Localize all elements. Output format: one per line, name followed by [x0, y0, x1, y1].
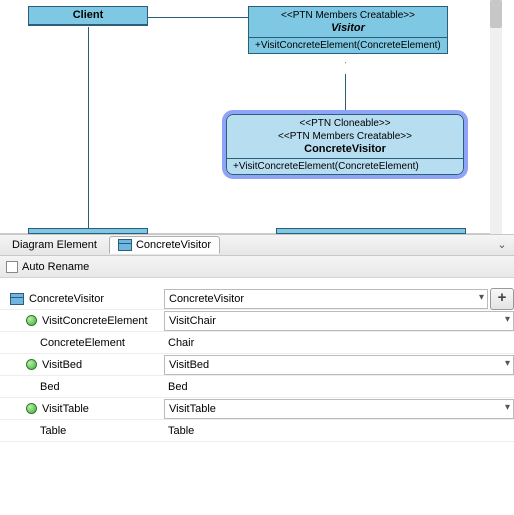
visit-table-select[interactable]: VisitTable	[164, 399, 514, 419]
class-icon	[10, 293, 24, 305]
row-visit-concrete-element: VisitConcreteElement VisitChair ▾	[0, 310, 514, 332]
table-value[interactable]: Table	[164, 421, 514, 441]
row-visit-table: VisitTable VisitTable ▾	[0, 398, 514, 420]
operation-icon	[26, 403, 37, 414]
tab-diagram-element[interactable]: Diagram Element	[4, 237, 105, 253]
row-concrete-element: ConcreteElement Chair	[0, 332, 514, 354]
row4-label: Bed	[40, 381, 60, 393]
visit-concrete-element-select[interactable]: VisitChair	[164, 311, 514, 331]
tab-overflow-button[interactable]: ⌄	[494, 238, 510, 254]
operation-icon	[26, 359, 37, 370]
cv-name: ConcreteVisitor	[233, 143, 457, 156]
concrete-visitor-select[interactable]: ConcreteVisitor	[164, 289, 488, 309]
row-visit-bed: VisitBed VisitBed ▾	[0, 354, 514, 376]
options-row: Auto Rename	[0, 256, 514, 278]
row6-label: Table	[40, 425, 66, 437]
concrete-element-value[interactable]: Chair	[164, 333, 514, 353]
row3-label: VisitBed	[42, 359, 82, 371]
row1-label: VisitConcreteElement	[42, 315, 148, 327]
visitor-stereo: <<PTN Members Creatable>>	[255, 9, 441, 22]
operation-icon	[26, 315, 37, 326]
row-bed: Bed Bed	[0, 376, 514, 398]
form-area: ConcreteVisitor ConcreteVisitor ▾ + Visi…	[0, 278, 514, 442]
uml-class-concrete-visitor[interactable]: <<PTN Cloneable>> <<PTN Members Creatabl…	[226, 114, 464, 175]
diagram-canvas[interactable]: Client <<PTN Members Creatable>> Visitor…	[0, 0, 502, 234]
row-table: Table Table	[0, 420, 514, 442]
uml-class-visitor[interactable]: <<PTN Members Creatable>> Visitor +Visit…	[248, 6, 448, 54]
visitor-name: Visitor	[255, 22, 441, 35]
row0-label: ConcreteVisitor	[29, 293, 104, 305]
visit-bed-select[interactable]: VisitBed	[164, 355, 514, 375]
tab-concrete-visitor-label: ConcreteVisitor	[136, 239, 211, 251]
tab-diagram-element-label: Diagram Element	[12, 239, 97, 251]
assoc-client-down	[88, 27, 89, 228]
row5-label: VisitTable	[42, 403, 89, 415]
assoc-client-visitor	[147, 17, 248, 18]
cv-stereo2: <<PTN Members Creatable>>	[233, 130, 457, 143]
tab-concrete-visitor[interactable]: ConcreteVisitor	[109, 236, 220, 254]
add-button[interactable]: +	[490, 288, 514, 310]
class-icon	[118, 239, 132, 251]
uml-class-client[interactable]: Client	[28, 6, 148, 26]
properties-panel: Diagram Element ConcreteVisitor ⌄ Auto R…	[0, 234, 514, 442]
auto-rename-checkbox[interactable]	[6, 261, 18, 273]
vertical-scrollbar[interactable]	[490, 0, 502, 234]
gen-arrowhead-icon	[338, 62, 352, 74]
cv-stereo1: <<PTN Cloneable>>	[233, 117, 457, 130]
bed-value[interactable]: Bed	[164, 377, 514, 397]
tab-bar: Diagram Element ConcreteVisitor ⌄	[0, 234, 514, 256]
client-name: Client	[35, 9, 141, 22]
scrollbar-thumb[interactable]	[490, 0, 502, 28]
row-concrete-visitor: ConcreteVisitor ConcreteVisitor ▾ +	[0, 288, 514, 310]
row2-label: ConcreteElement	[40, 337, 125, 349]
auto-rename-label: Auto Rename	[22, 261, 89, 273]
cv-op: +VisitConcreteElement(ConcreteElement)	[227, 159, 463, 174]
visitor-op: +VisitConcreteElement(ConcreteElement)	[249, 38, 447, 53]
